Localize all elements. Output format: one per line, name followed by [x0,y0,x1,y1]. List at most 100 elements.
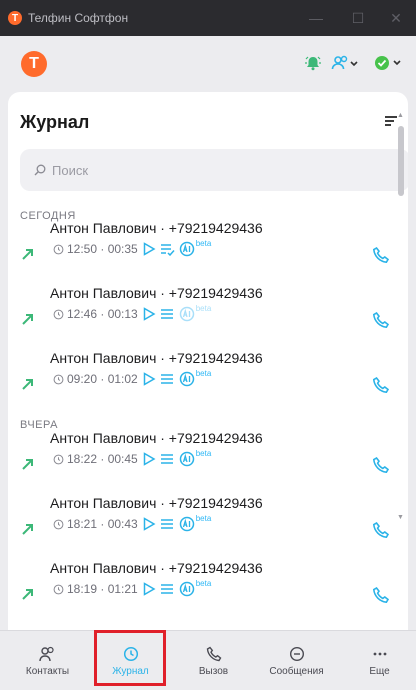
phone-icon[interactable] [372,586,390,604]
call-duration: 00:45 [107,452,138,466]
call-meta: 18:22 · 00:45 beta [50,448,212,468]
call-duration: 00:35 [107,242,138,256]
call-time: 12:46 [67,307,98,321]
phone-icon[interactable] [372,521,390,539]
clock-icon [53,584,64,594]
call-meta: 12:50 · 00:35 beta [50,238,212,258]
call-contact-name: Антон Павлович · +79219429436 [50,350,263,366]
call-time: 18:22 [67,452,98,466]
transcript-icon[interactable] [160,307,175,321]
call-duration: 01:21 [107,582,138,596]
beta-badge: beta [195,368,212,378]
beta-badge: beta [195,238,212,248]
status-ok-icon[interactable] [373,53,409,73]
scroll-up-arrow-icon[interactable]: ▲ [397,112,404,119]
call-time: 12:50 [67,242,98,256]
avatar[interactable]: T [21,51,47,77]
play-icon[interactable] [142,517,156,531]
meta-separator: · [97,307,108,321]
call-meta: 12:46 · 00:13 beta [50,303,212,323]
ai-summary-icon[interactable] [179,241,195,257]
contacts-icon [38,646,54,661]
nav-more-label: Еще [369,665,390,677]
transcript-icon[interactable] [160,517,175,531]
scrollbar-thumb[interactable] [398,126,404,196]
top-bar: T [0,36,416,92]
ai-summary-icon[interactable] [179,306,195,322]
outgoing-call-arrow-icon [22,459,33,470]
outgoing-call-arrow-icon [22,379,33,390]
call-log-item[interactable]: Антон Павлович · +79219429436 09:20 · 01:… [8,350,404,412]
clock-icon [53,454,64,464]
nav-messages-label: Сообщения [269,665,324,677]
ai-summary-icon[interactable] [179,516,195,532]
call-log-item[interactable]: Антон Павлович · +79219429436 18:22 · 00:… [8,430,404,492]
call-time: 09:20 [67,372,98,386]
nav-messages[interactable]: Сообщения [255,631,338,690]
call-log-item[interactable]: Антон Павлович · +79219429436 18:21 · 00:… [8,495,404,557]
ai-summary-icon[interactable] [179,581,195,597]
alarm-bell-icon[interactable] [304,53,322,73]
nav-contacts[interactable]: Контакты [6,631,89,690]
transcript-icon[interactable] [160,582,175,596]
nav-call[interactable]: Вызов [172,631,255,690]
phone-icon[interactable] [372,311,390,329]
play-icon[interactable] [142,582,156,596]
nav-call-label: Вызов [198,665,229,677]
transcript-icon[interactable] [160,242,175,256]
play-icon[interactable] [142,452,156,466]
meta-separator: · [97,582,108,596]
play-icon[interactable] [142,372,156,386]
call-meta: 09:20 · 01:02 beta [50,368,212,388]
call-meta: 18:19 · 01:21 beta [50,579,211,598]
nav-contacts-label: Контакты [25,665,70,677]
close-button[interactable]: ✕ [376,0,416,36]
window-title: Телфин Софтфон [28,11,129,25]
ai-summary-icon[interactable] [179,371,195,387]
beta-badge: beta [195,448,212,458]
call-log-item[interactable]: Антон Павлович · +79219429436 12:50 · 00:… [8,220,404,282]
beta-badge: beta [195,513,212,523]
search-input[interactable]: Поиск [20,149,408,191]
call-duration: 01:02 [107,372,138,386]
clock-icon [53,519,64,529]
nav-journal-highlight [94,630,166,686]
outgoing-call-arrow-icon [22,589,33,600]
call-duration: 00:13 [107,307,138,321]
call-contact-name: Антон Павлович · +79219429436 [50,220,263,236]
search-icon [34,164,46,176]
call-time: 18:21 [67,517,98,531]
call-time: 18:19 [67,582,98,596]
phone-icon[interactable] [372,456,390,474]
app-logo-icon: T [8,11,22,25]
message-icon [289,646,304,661]
call-duration: 00:43 [107,517,138,531]
meta-separator: · [97,242,108,256]
scroll-down-arrow-icon[interactable]: ▼ [397,514,404,521]
outgoing-call-arrow-icon [22,249,33,260]
clock-icon [53,309,64,319]
group-status-icon[interactable] [331,53,361,73]
play-icon[interactable] [142,307,156,321]
page-title: Журнал [20,112,90,132]
meta-separator: · [97,517,108,531]
phone-icon[interactable] [372,246,390,264]
transcript-icon[interactable] [160,452,175,466]
more-dots-icon [373,652,386,655]
minimize-button[interactable]: — [296,0,336,36]
maximize-button[interactable]: ☐ [338,0,378,36]
call-log-list[interactable]: СЕГОДНЯ ВЧЕРА Антон Павлович · +79219429… [8,202,408,630]
call-log-item[interactable]: Антон Павлович · +79219429436 18:19 · 01:… [8,560,404,622]
call-log-item[interactable]: Антон Павлович · +79219429436 12:46 · 00:… [8,285,404,347]
phone-icon[interactable] [372,376,390,394]
beta-badge: beta [195,303,212,313]
outgoing-call-arrow-icon [22,524,33,535]
clock-icon [53,374,64,384]
scrollbar[interactable]: ▲ ▼ [396,112,408,524]
call-contact-name: Антон Павлович · +79219429436 [50,285,263,301]
transcript-icon[interactable] [160,372,175,386]
nav-more[interactable]: Еще [338,631,416,690]
phone-icon [206,646,221,661]
ai-summary-icon[interactable] [179,451,195,467]
play-icon[interactable] [142,242,156,256]
